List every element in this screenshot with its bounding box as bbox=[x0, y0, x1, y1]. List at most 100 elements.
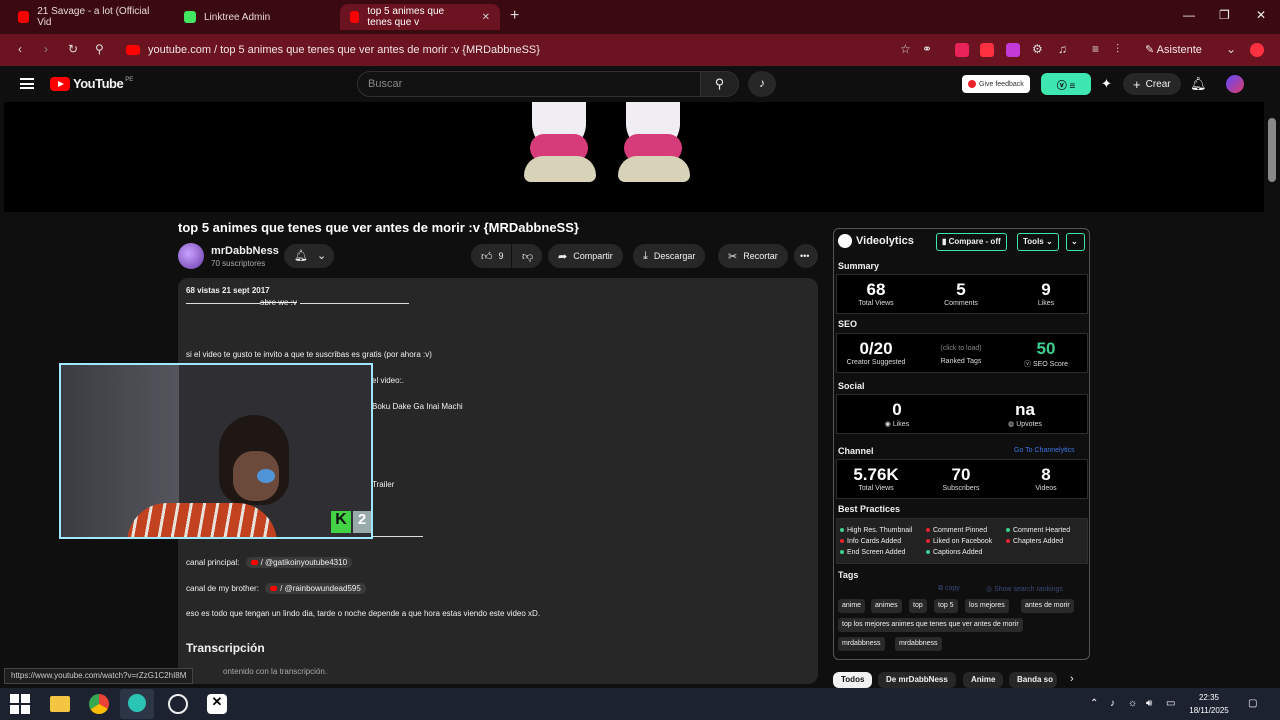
best-practice-item: Comment Hearted bbox=[1006, 527, 1070, 534]
tag-chip[interactable]: mrdabbness bbox=[895, 637, 942, 651]
mic-tray-icon[interactable]: ♪ bbox=[1110, 698, 1115, 709]
chevron-right-icon[interactable]: › bbox=[1070, 673, 1074, 685]
music-icon[interactable]: ♫ bbox=[1058, 42, 1067, 56]
download-button[interactable]: ⤓ Descargar bbox=[633, 244, 706, 268]
bookmark-star-icon[interactable]: ☆ bbox=[900, 42, 911, 56]
ranked-tags-stat[interactable]: (click to load) Ranked Tags bbox=[926, 345, 996, 365]
more-actions-button[interactable]: ••• bbox=[794, 244, 818, 268]
tag-chip[interactable]: los mejores bbox=[965, 599, 1009, 613]
compare-button[interactable]: ▮ Compare - off bbox=[936, 233, 1007, 251]
tag-chip[interactable]: mrdabbness bbox=[838, 637, 885, 651]
edge-app-active[interactable] bbox=[120, 689, 154, 719]
tools-button[interactable]: Tools ⌄ bbox=[1017, 233, 1059, 251]
brightness-icon[interactable]: ☼ bbox=[1128, 698, 1137, 709]
cross-icon bbox=[840, 539, 844, 543]
menu-icon[interactable] bbox=[20, 78, 34, 89]
chip-soundtrack[interactable]: Banda so bbox=[1009, 672, 1057, 688]
audio-wave-icon[interactable]: ⫶ bbox=[1116, 42, 1119, 57]
extension-icon[interactable] bbox=[955, 43, 969, 57]
obs-icon[interactable] bbox=[168, 694, 188, 714]
notification-center-icon[interactable]: ▢ bbox=[1248, 698, 1257, 709]
like-button[interactable]: 👍︎ 9 bbox=[471, 244, 511, 268]
videolytics-brand: Videolytics bbox=[838, 234, 914, 248]
copy-tags-button[interactable]: ⧉ copy bbox=[938, 585, 960, 593]
forward-icon[interactable]: › bbox=[44, 42, 48, 56]
notifications-bell-icon[interactable]: 🔔︎ bbox=[1190, 76, 1207, 92]
system-clock[interactable]: 22:35 18/11/2025 bbox=[1184, 691, 1234, 717]
tag-chip[interactable]: anime bbox=[838, 599, 866, 613]
channel-name[interactable]: mrDabbNess bbox=[211, 245, 279, 257]
search-input[interactable]: Buscar bbox=[357, 71, 701, 97]
best-practice-item: End Screen Added bbox=[840, 549, 905, 556]
chrome-icon[interactable] bbox=[89, 694, 109, 714]
create-button[interactable]: + Crear bbox=[1123, 73, 1181, 95]
assistant-button[interactable]: ✎ Asistente bbox=[1145, 43, 1202, 56]
expand-button[interactable]: ⌄ bbox=[1066, 233, 1085, 251]
description-line: Trailer bbox=[372, 480, 395, 489]
youtube-logo[interactable]: YouTube PE bbox=[50, 76, 133, 91]
close-tab-icon[interactable]: ✕ bbox=[482, 12, 490, 23]
new-tab-button[interactable]: + bbox=[510, 7, 519, 25]
tag-chip[interactable]: antes de morir bbox=[1021, 599, 1074, 613]
tag-chip[interactable]: top 5 bbox=[934, 599, 958, 613]
description-line: si el video te gusto te invito a que te … bbox=[186, 350, 432, 359]
dislike-button[interactable]: 👎︎ bbox=[512, 244, 542, 268]
page-scrollbar[interactable] bbox=[1264, 66, 1280, 686]
tray-chevron-up-icon[interactable]: ⌃ bbox=[1090, 698, 1098, 709]
reload-icon[interactable]: ↻ bbox=[68, 42, 78, 56]
tag-chip[interactable]: animes bbox=[871, 599, 902, 613]
main-channel-link[interactable]: / @gatikoinyoutube4310 bbox=[245, 557, 353, 568]
social-likes-stat: 0 ◉ Likes bbox=[884, 400, 910, 428]
tag-chip[interactable]: top bbox=[909, 599, 927, 613]
videolytics-toggle-button[interactable]: ⓥ ≡ bbox=[1041, 73, 1091, 95]
close-window-button[interactable]: ✕ bbox=[1256, 8, 1266, 22]
chevron-down-icon[interactable]: ⌄ bbox=[1226, 42, 1236, 56]
volume-icon[interactable]: 🔊︎ bbox=[1146, 698, 1152, 709]
seo-heading: SEO bbox=[838, 319, 858, 329]
file-explorer-icon[interactable] bbox=[50, 696, 70, 712]
site-info-icon[interactable]: ⚲ bbox=[95, 42, 104, 56]
clip-button[interactable]: ✂ Recortar bbox=[718, 244, 788, 268]
cross-icon bbox=[926, 539, 930, 543]
display-icon[interactable]: ▭ bbox=[1166, 698, 1175, 709]
channel-views-stat: 5.76K Total Views bbox=[853, 465, 899, 492]
address-bar[interactable]: youtube.com / top 5 animes que tenes que… bbox=[118, 38, 948, 62]
maximize-button[interactable]: ❐ bbox=[1219, 8, 1230, 22]
minimize-button[interactable]: — bbox=[1183, 8, 1195, 22]
profile-icon[interactable] bbox=[1250, 43, 1264, 57]
divider bbox=[186, 303, 260, 304]
best-practice-item: Comment Pinned bbox=[926, 527, 987, 534]
extension-icon[interactable] bbox=[980, 43, 994, 57]
start-icon[interactable] bbox=[10, 694, 30, 714]
brother-channel-link[interactable]: / @rainbowundead595 bbox=[265, 583, 366, 594]
search-icon[interactable]: ⚲ bbox=[701, 71, 739, 97]
user-avatar[interactable] bbox=[1226, 75, 1244, 93]
chip-channel[interactable]: De mrDabbNess bbox=[878, 672, 956, 688]
browser-tab-21savage[interactable]: 21 Savage - a lot (Official Vid bbox=[8, 4, 168, 30]
chip-all[interactable]: Todos bbox=[833, 672, 873, 688]
browser-tab-linktree[interactable]: Linktree Admin bbox=[174, 4, 334, 30]
tag-chip[interactable]: top los mejores animes que tenes que ver… bbox=[838, 618, 1023, 632]
gift-icon[interactable]: ✦ bbox=[1101, 76, 1112, 92]
share-icon: ➦ bbox=[558, 250, 568, 263]
show-rankings-button[interactable]: ◎ Show search rankings bbox=[986, 585, 1063, 593]
more-icon: ••• bbox=[800, 251, 810, 261]
puzzle-icon[interactable]: ⚙ bbox=[1032, 42, 1043, 56]
capcut-icon[interactable]: ✕ bbox=[207, 694, 227, 714]
link-icon[interactable]: ⚭ bbox=[922, 42, 932, 56]
videolytics-logo-icon: ⓥ bbox=[1024, 361, 1032, 368]
chip-anime[interactable]: Anime bbox=[963, 672, 1004, 688]
channelytics-link[interactable]: Go To Channelytics bbox=[1014, 447, 1075, 454]
channel-avatar[interactable] bbox=[178, 243, 204, 269]
status-url: https://www.youtube.com/watch?v=rZzG1C2h… bbox=[4, 668, 194, 684]
extension-icon[interactable] bbox=[1006, 43, 1020, 57]
mic-icon[interactable]: ♪ bbox=[748, 71, 776, 97]
scrollbar-thumb[interactable] bbox=[1268, 118, 1276, 182]
sidebar-icon[interactable]: ≡ bbox=[1092, 42, 1099, 56]
back-icon[interactable]: ‹ bbox=[18, 42, 22, 56]
share-button[interactable]: ➦ Compartir bbox=[548, 244, 623, 268]
subscription-bell-button[interactable]: 🔔︎ ⌄ bbox=[284, 244, 334, 268]
browser-tab-current[interactable]: top 5 animes que tenes que v ✕ bbox=[340, 4, 500, 30]
video-player[interactable] bbox=[4, 102, 1264, 212]
give-feedback-button[interactable]: Give feedback bbox=[962, 75, 1030, 93]
